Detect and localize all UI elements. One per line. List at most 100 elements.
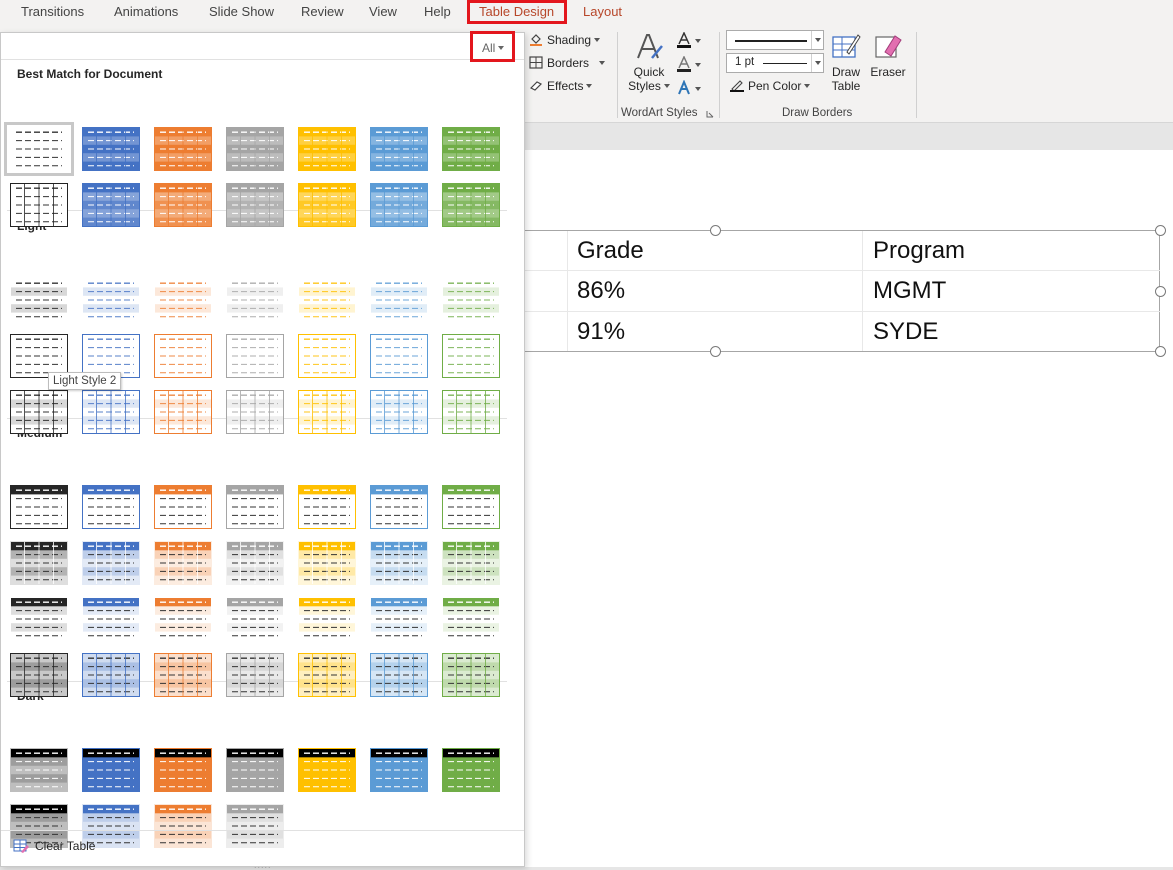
table-cell[interactable]: 86% [577,277,625,305]
table-style-swatch[interactable] [82,127,140,171]
table-style-swatch[interactable] [442,127,500,171]
table-style-swatch[interactable] [226,183,284,227]
table-style-swatch[interactable] [370,748,428,792]
table-style-swatch[interactable] [10,541,68,585]
table-style-swatch[interactable] [442,485,500,529]
pen-style-combo[interactable] [726,30,824,50]
table-cell[interactable]: SYDE [873,318,938,346]
table-style-swatch[interactable] [226,541,284,585]
tab-slide-show[interactable]: Slide Show [209,4,274,19]
tab-animations[interactable]: Animations [114,4,178,19]
resize-handle[interactable] [1155,346,1166,357]
dialog-launcher-icon[interactable] [706,110,714,118]
table-style-swatch[interactable] [298,127,356,171]
table-style-swatch[interactable] [226,334,284,378]
table-style-swatch[interactable] [226,653,284,697]
table-style-swatch[interactable] [442,748,500,792]
draw-table-button[interactable]: Draw Table [829,32,863,93]
table-style-swatch[interactable] [4,122,74,176]
table-style-swatch[interactable] [82,597,140,641]
table-style-swatch[interactable] [370,278,428,322]
table-style-swatch[interactable] [370,334,428,378]
table-cell[interactable]: MGMT [873,277,946,305]
table-style-swatch[interactable] [370,485,428,529]
table-style-swatch[interactable] [298,748,356,792]
table-style-swatch[interactable] [154,334,212,378]
pen-color-button[interactable]: Pen Color [730,79,811,93]
table-style-swatch[interactable] [442,278,500,322]
tab-view[interactable]: View [369,4,397,19]
table-style-swatch[interactable] [298,278,356,322]
table-style-swatch[interactable] [442,597,500,641]
text-effects-button[interactable] [676,79,701,99]
table-style-swatch[interactable] [298,541,356,585]
table-style-swatch[interactable] [154,748,212,792]
table-style-swatch[interactable] [82,183,140,227]
table-style-swatch[interactable] [298,334,356,378]
table-style-swatch[interactable] [154,127,212,171]
table-style-swatch[interactable] [82,748,140,792]
table-style-swatch[interactable] [298,485,356,529]
resize-handle[interactable] [1155,225,1166,236]
borders-button[interactable]: Borders [529,56,606,70]
table-style-swatch[interactable] [370,653,428,697]
table-style-swatch[interactable] [82,390,140,434]
eraser-button[interactable]: Eraser [870,32,906,79]
table-style-swatch[interactable] [442,183,500,227]
resize-handle[interactable] [710,346,721,357]
table-style-swatch[interactable] [226,390,284,434]
table-style-swatch[interactable] [226,748,284,792]
clear-table-button[interactable]: Clear Table [13,839,95,853]
pen-weight-combo[interactable]: 1 pt [726,53,824,73]
shading-button[interactable]: Shading [529,33,601,47]
table-style-swatch[interactable] [442,334,500,378]
table-style-swatch[interactable] [154,278,212,322]
table-style-swatch[interactable] [82,485,140,529]
table-style-swatch[interactable] [298,183,356,227]
table-style-swatch[interactable] [442,390,500,434]
table-style-swatch[interactable] [298,653,356,697]
table-style-swatch[interactable] [154,390,212,434]
table-style-swatch[interactable] [154,597,212,641]
tab-help[interactable]: Help [424,4,451,19]
table-style-swatch[interactable] [442,653,500,697]
table-header-cell[interactable]: Grade [577,237,644,265]
table-style-swatch[interactable] [370,127,428,171]
tab-transitions[interactable]: Transitions [21,4,84,19]
table-header-cell[interactable]: Program [873,237,965,265]
table-style-swatch[interactable] [226,485,284,529]
quick-styles-button[interactable]: Quick Styles [628,32,670,93]
table-style-swatch[interactable] [10,748,68,792]
text-fill-button[interactable] [676,31,701,51]
table-style-swatch[interactable] [154,183,212,227]
table-style-swatch[interactable] [226,127,284,171]
table-style-swatch[interactable] [82,653,140,697]
text-outline-button[interactable] [676,55,701,75]
table-cell[interactable]: 91% [577,318,625,346]
table-style-swatch[interactable] [298,390,356,434]
table-style-swatch[interactable] [10,183,68,227]
table-style-swatch[interactable] [226,278,284,322]
table-style-swatch[interactable] [154,653,212,697]
resize-handle[interactable] [710,225,721,236]
table-style-swatch[interactable] [82,541,140,585]
resize-grip-icon[interactable]: ..... [254,860,272,870]
table-style-swatch[interactable] [154,485,212,529]
table-style-swatch[interactable] [370,183,428,227]
table-style-swatch[interactable] [370,541,428,585]
table-style-swatch[interactable] [370,390,428,434]
table-style-swatch[interactable] [10,597,68,641]
effects-button[interactable]: Effects [529,79,593,93]
table-style-swatch[interactable] [154,541,212,585]
table-style-swatch[interactable] [10,653,68,697]
table-style-swatch[interactable] [10,485,68,529]
table-style-swatch[interactable] [10,390,68,434]
tab-layout[interactable]: Layout [583,4,622,19]
resize-handle[interactable] [1155,286,1166,297]
table-style-swatch[interactable] [370,597,428,641]
table-style-swatch[interactable] [226,597,284,641]
table-style-swatch[interactable] [298,597,356,641]
tab-review[interactable]: Review [301,4,344,19]
table-style-swatch[interactable] [82,278,140,322]
table-style-swatch[interactable] [442,541,500,585]
